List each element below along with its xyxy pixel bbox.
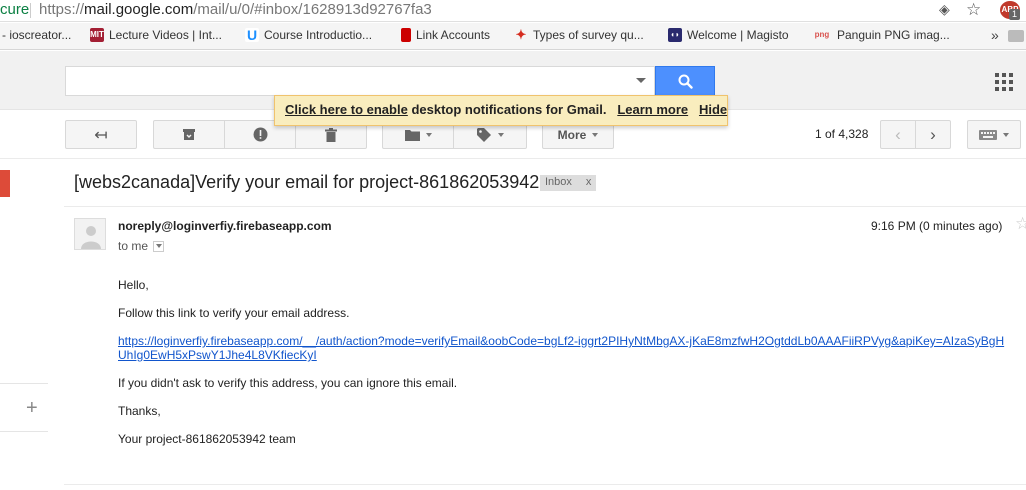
bookmark-item[interactable]: Link Accounts (401, 28, 490, 42)
signature-text: Your project-861862053942 team (118, 432, 296, 446)
bookmarks-bar: - ioscreator... MIT Lecture Videos | Int… (0, 23, 1026, 50)
default-avatar-icon (81, 226, 101, 249)
enable-notifications-link[interactable]: Click here to enable (285, 102, 408, 117)
toolbar-divider (0, 158, 1026, 159)
remove-label-button[interactable]: x (586, 176, 592, 190)
bookmark-label: Welcome | Magisto (687, 28, 789, 42)
ignore-text: If you didn't ask to verify this address… (118, 376, 458, 390)
bookmark-label: Link Accounts (416, 28, 491, 42)
thanks-text: Thanks, (118, 404, 161, 418)
udemy-icon: U (245, 27, 259, 43)
newer-button[interactable]: ‹ (880, 120, 916, 149)
magisto-icon: ◖◗ (668, 28, 682, 42)
url-path: /mail/u/0/#inbox/1628913d92767fa3 (193, 1, 432, 18)
archive-button[interactable] (153, 120, 225, 149)
search-input[interactable] (65, 66, 655, 96)
bookmark-item[interactable]: ◖◗ Welcome | Magisto (668, 28, 789, 42)
keyboard-icon (979, 129, 997, 140)
folder-icon (404, 129, 420, 141)
bookmark-item[interactable]: - ioscreator... (2, 28, 71, 42)
bookmark-label: - ioscreator... (2, 28, 72, 42)
email-subject: [webs2canada]Verify your email for proje… (74, 172, 540, 192)
label-tag-icon (476, 127, 491, 142)
chevron-right-icon: › (930, 124, 936, 144)
instruction-text: Follow this link to verify your email ad… (118, 306, 350, 320)
recipient-line: to me (118, 239, 165, 253)
address-separator (30, 3, 31, 18)
browser-address-bar: cure https://mail.google.com/mail/u/0/#i… (0, 0, 1026, 22)
bookmark-label: Course Introductio... (264, 28, 373, 42)
chevron-left-icon: ‹ (895, 124, 901, 144)
apps-grid-icon[interactable] (995, 73, 1013, 91)
older-button[interactable]: › (915, 120, 951, 149)
bookmark-label: Lecture Videos | Int... (109, 28, 222, 42)
message-timestamp: 9:16 PM (0 minutes ago) (871, 219, 1003, 233)
back-to-inbox-button[interactable]: ↤ (65, 120, 137, 149)
bookmark-item[interactable]: ✦ Types of survey qu... (514, 27, 644, 43)
bookmark-item[interactable]: MIT Lecture Videos | Int... (90, 28, 222, 42)
search-button[interactable] (655, 66, 715, 96)
notification-text: desktop notifications for Gmail. (407, 102, 607, 117)
url-prefix: https:// (39, 1, 85, 18)
bookmark-label: Types of survey qu... (533, 28, 644, 42)
pagination-count: 1 of 4,328 (815, 127, 869, 141)
recipient-label: to me (118, 239, 149, 253)
avatar[interactable] (74, 218, 106, 250)
inbox-label-chip: Inbox x (540, 175, 597, 191)
archive-icon (183, 129, 195, 140)
url-field[interactable]: https://mail.google.com/mail/u/0/#inbox/… (39, 1, 432, 18)
hide-link[interactable]: Hide (699, 102, 727, 117)
sidebar-divider (0, 431, 48, 432)
url-host: mail.google.com (84, 1, 194, 18)
compose-button[interactable] (0, 170, 10, 197)
mit-icon: MIT (90, 28, 104, 42)
show-details-button[interactable] (153, 240, 165, 252)
trash-icon (325, 127, 337, 142)
message-bottom-divider (64, 484, 1026, 485)
bookmark-item[interactable]: png Panguin PNG imag... (812, 28, 950, 42)
extension-badge: 1 (1009, 9, 1021, 20)
label-name[interactable]: Inbox (545, 176, 572, 190)
bookmark-star-icon[interactable]: ☆ (966, 0, 981, 20)
verification-link[interactable]: https://loginverfiy.firebaseapp.com/__/a… (118, 334, 1008, 362)
desktop-notification-banner: Click here to enable desktop notificatio… (274, 95, 728, 126)
bookmarks-overflow-button[interactable]: » (991, 27, 999, 43)
bookmark-label: Panguin PNG imag... (837, 28, 950, 42)
search-options-chevron-icon[interactable] (636, 78, 646, 83)
subject-divider (64, 206, 1026, 207)
learn-more-link[interactable]: Learn more (617, 102, 688, 117)
bookmark-icon (401, 28, 411, 42)
more-label: More (557, 127, 587, 142)
png-icon: png (814, 30, 830, 39)
chevron-down-icon (155, 244, 162, 248)
add-hangout-plus-icon[interactable]: + (26, 397, 38, 420)
secure-label: cure (0, 1, 30, 18)
star-icon[interactable]: ☆ (1015, 214, 1026, 234)
folder-icon[interactable] (1008, 30, 1024, 42)
alert-icon (253, 127, 267, 142)
sender-email[interactable]: noreply@loginverfiy.firebaseapp.com (118, 219, 332, 233)
back-arrow-icon: ↤ (94, 126, 108, 144)
maple-leaf-icon: ✦ (515, 27, 527, 42)
view-icon[interactable]: ◈ (939, 1, 950, 18)
search-icon (678, 74, 693, 89)
greeting-text: Hello, (118, 278, 149, 292)
bookmark-item[interactable]: U Course Introductio... (245, 28, 372, 42)
input-tools-button[interactable] (967, 120, 1021, 149)
sidebar-divider (0, 383, 48, 384)
